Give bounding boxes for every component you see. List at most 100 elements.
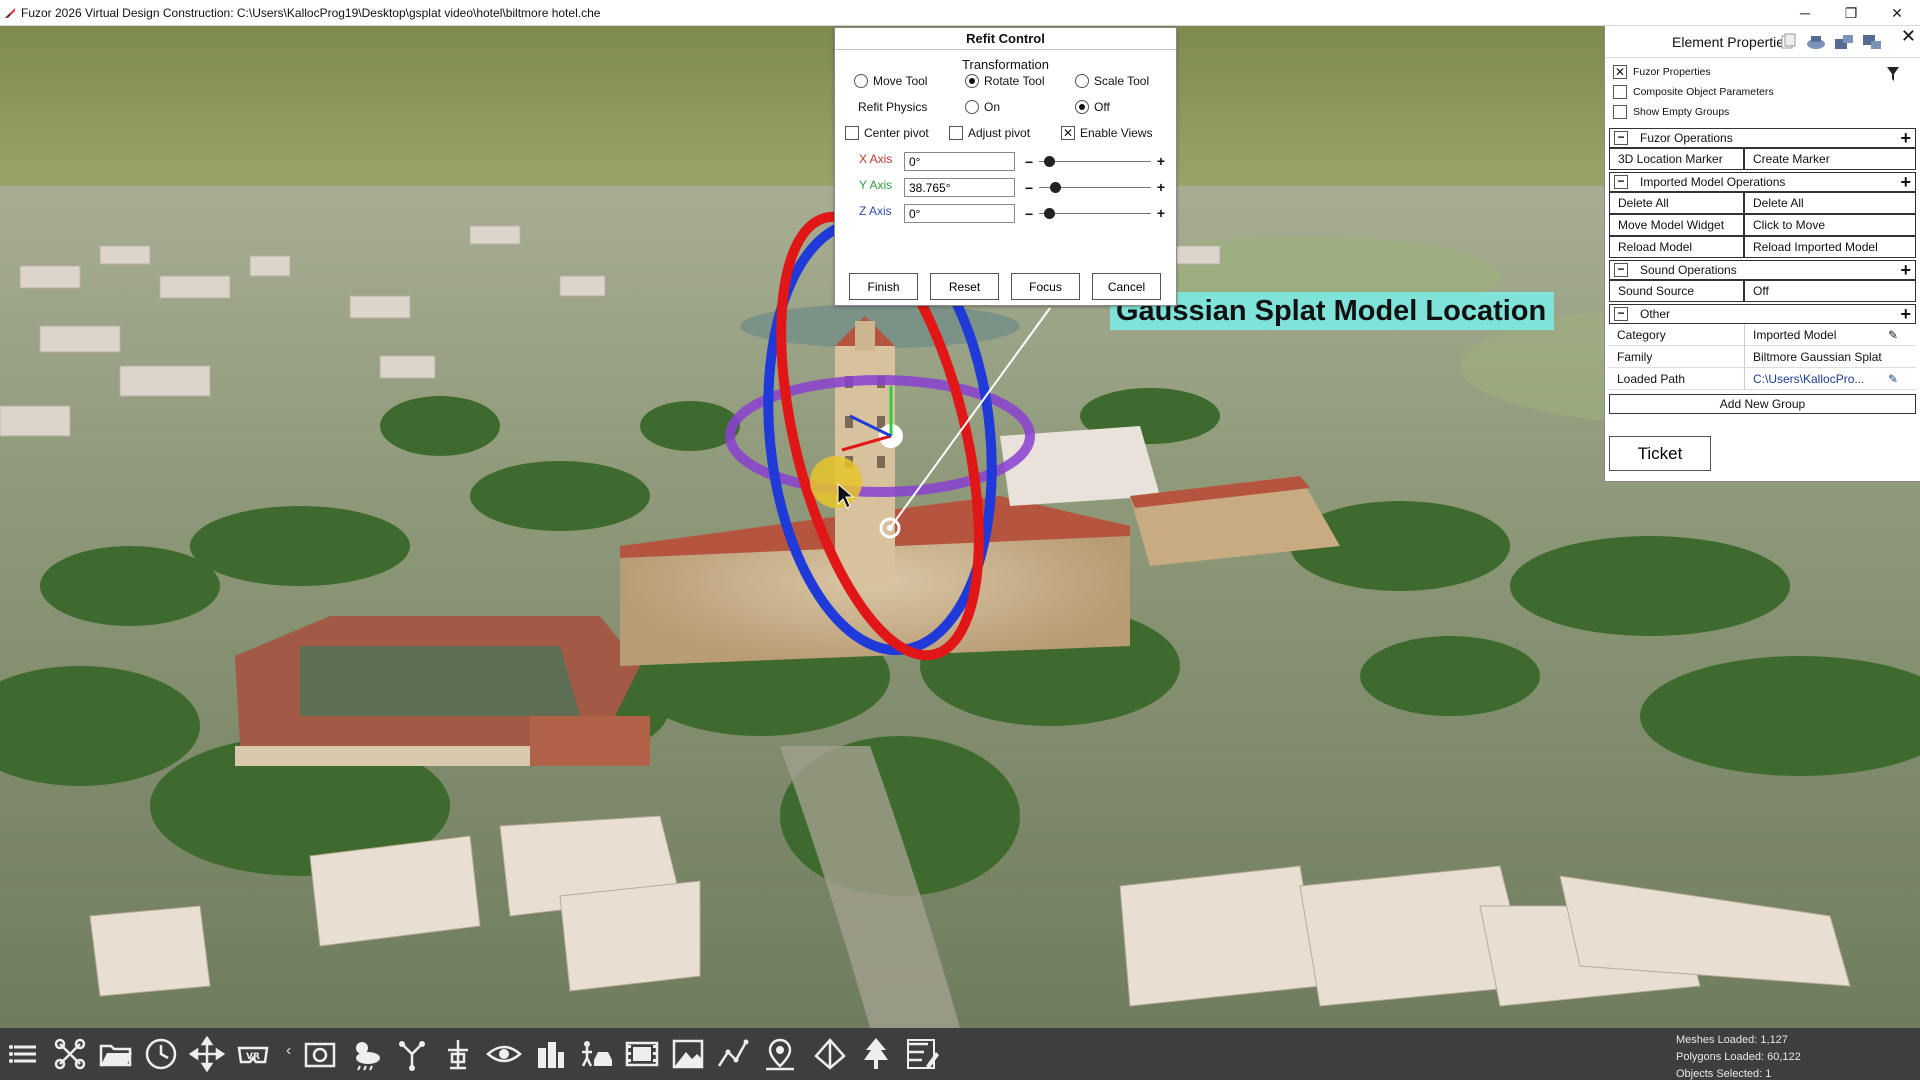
film-icon[interactable] [624, 1036, 660, 1072]
rotate-tool-radio[interactable]: Rotate Tool [965, 74, 1045, 88]
enable-views-checkbox[interactable]: Enable Views [1061, 126, 1153, 140]
edit-pencil-icon[interactable]: ✎ [1888, 328, 1898, 342]
create-marker-button[interactable]: Create Marker [1744, 148, 1916, 170]
show-empty-groups-checkbox[interactable]: Show Empty Groups [1605, 102, 1920, 122]
view-model-icon[interactable] [1805, 33, 1827, 51]
reload-model-button[interactable]: Reload Imported Model [1744, 236, 1916, 258]
collapse-icon[interactable]: − [1614, 263, 1628, 277]
y-axis-increment[interactable]: + [1157, 179, 1165, 195]
close-button[interactable]: ✕ [1874, 0, 1920, 26]
add-icon[interactable]: + [1900, 305, 1911, 323]
pin-stand-icon[interactable] [440, 1036, 476, 1072]
group-imported-model-operations[interactable]: − Imported Model Operations + [1609, 172, 1916, 192]
z-axis-decrement[interactable]: − [1025, 206, 1033, 222]
collapse-icon[interactable]: − [1614, 175, 1628, 189]
fuzor-properties-checkbox[interactable]: Fuzor Properties [1605, 62, 1920, 82]
weather-icon[interactable] [348, 1036, 384, 1072]
loaded-path-value[interactable]: C:\Users\KallocPro... ✎ [1744, 368, 1916, 390]
vr-icon[interactable]: VR [235, 1036, 271, 1072]
move-tool-radio[interactable]: Move Tool [854, 74, 927, 88]
radio-physics-on[interactable] [965, 100, 979, 114]
family-value[interactable]: Biltmore Gaussian Splat [1744, 346, 1916, 368]
group-fuzor-operations[interactable]: − Fuzor Operations + [1609, 128, 1916, 148]
center-pivot-checkbox[interactable]: Center pivot [845, 126, 929, 140]
radio-physics-off[interactable] [1075, 100, 1089, 114]
add-new-group-button[interactable]: Add New Group [1609, 394, 1916, 414]
add-icon[interactable]: + [1900, 173, 1911, 191]
focus-button[interactable]: Focus [1011, 273, 1080, 300]
adjust-pivot-box[interactable] [949, 126, 963, 140]
finish-button[interactable]: Finish [849, 273, 918, 300]
map-pin-icon[interactable] [762, 1036, 798, 1072]
building-icon[interactable] [532, 1036, 568, 1072]
z-axis-slider-handle[interactable] [1044, 208, 1056, 219]
adjust-pivot-label: Adjust pivot [968, 126, 1031, 140]
add-icon[interactable]: + [1900, 261, 1911, 279]
export-model-icon[interactable] [1861, 33, 1883, 51]
image-icon[interactable] [670, 1036, 706, 1072]
cancel-button[interactable]: Cancel [1092, 273, 1161, 300]
radio-rotate[interactable] [965, 74, 979, 88]
copy-icon[interactable] [1777, 33, 1799, 51]
list-edit-icon[interactable] [904, 1036, 940, 1072]
enable-views-box[interactable] [1061, 126, 1075, 140]
ticket-button[interactable]: Ticket [1609, 436, 1711, 471]
physics-on-radio[interactable]: On [965, 100, 1000, 114]
person-car-icon[interactable] [578, 1036, 614, 1072]
group-sound-operations[interactable]: − Sound Operations + [1609, 260, 1916, 280]
collapse-icon[interactable]: − [1614, 307, 1628, 321]
y-axis-input[interactable] [904, 178, 1015, 197]
sound-source-value[interactable]: Off [1744, 280, 1916, 302]
drone-icon[interactable] [52, 1036, 88, 1072]
minimize-button[interactable]: ─ [1782, 0, 1828, 26]
network-icon[interactable] [812, 1036, 848, 1072]
title-bar: Fuzor 2026 Virtual Design Construction: … [0, 0, 1920, 26]
move-arrows-icon[interactable] [188, 1035, 226, 1073]
z-axis-input[interactable] [904, 204, 1015, 223]
filter-icon[interactable] [1886, 66, 1900, 82]
panel-close-icon[interactable]: ✕ [1901, 26, 1916, 47]
radio-move[interactable] [854, 74, 868, 88]
fuzor-properties-box[interactable] [1613, 65, 1627, 79]
x-axis-slider[interactable]: − + [1025, 152, 1165, 171]
show-empty-groups-box[interactable] [1613, 105, 1627, 119]
center-pivot-box[interactable] [845, 126, 859, 140]
prop-key: Sound Source [1609, 280, 1744, 302]
clock-icon[interactable] [143, 1036, 179, 1072]
scale-tool-radio[interactable]: Scale Tool [1075, 74, 1149, 88]
delete-all-button[interactable]: Delete All [1744, 192, 1916, 214]
camera-icon[interactable] [302, 1036, 338, 1072]
x-axis-slider-handle[interactable] [1044, 156, 1056, 167]
collapse-icon[interactable]: − [1614, 131, 1628, 145]
composite-params-checkbox[interactable]: Composite Object Parameters [1605, 82, 1920, 102]
x-axis-input[interactable] [904, 152, 1015, 171]
y-axis-decrement[interactable]: − [1025, 180, 1033, 196]
x-axis-decrement[interactable]: − [1025, 154, 1033, 170]
eye-icon[interactable] [486, 1036, 522, 1072]
collapse-toolbar-icon[interactable]: ‹ [286, 1042, 291, 1060]
x-axis-increment[interactable]: + [1157, 153, 1165, 169]
branch-icon[interactable] [394, 1036, 430, 1072]
add-icon[interactable]: + [1900, 129, 1911, 147]
physics-off-radio[interactable]: Off [1075, 100, 1110, 114]
edit-pencil-icon[interactable]: ✎ [1888, 372, 1898, 386]
z-axis-increment[interactable]: + [1157, 205, 1165, 221]
group-other[interactable]: − Other + [1609, 304, 1916, 324]
category-value[interactable]: Imported Model ✎ [1744, 324, 1916, 346]
click-to-move-button[interactable]: Click to Move [1744, 214, 1916, 236]
rotate-tool-label: Rotate Tool [984, 74, 1045, 88]
prop-key: 3D Location Marker [1609, 148, 1744, 170]
reset-button[interactable]: Reset [930, 273, 999, 300]
composite-params-box[interactable] [1613, 85, 1627, 99]
menu-icon[interactable] [6, 1036, 42, 1072]
import-model-icon[interactable] [1833, 33, 1855, 51]
tree-icon[interactable] [858, 1036, 894, 1072]
radio-scale[interactable] [1075, 74, 1089, 88]
z-axis-slider[interactable]: − + [1025, 204, 1165, 223]
y-axis-slider-handle[interactable] [1050, 182, 1062, 193]
chart-line-icon[interactable] [716, 1036, 752, 1072]
restore-button[interactable]: ❐ [1828, 0, 1874, 26]
y-axis-slider[interactable]: − + [1025, 178, 1165, 197]
folder-icon[interactable] [98, 1036, 134, 1072]
adjust-pivot-checkbox[interactable]: Adjust pivot [949, 126, 1030, 140]
